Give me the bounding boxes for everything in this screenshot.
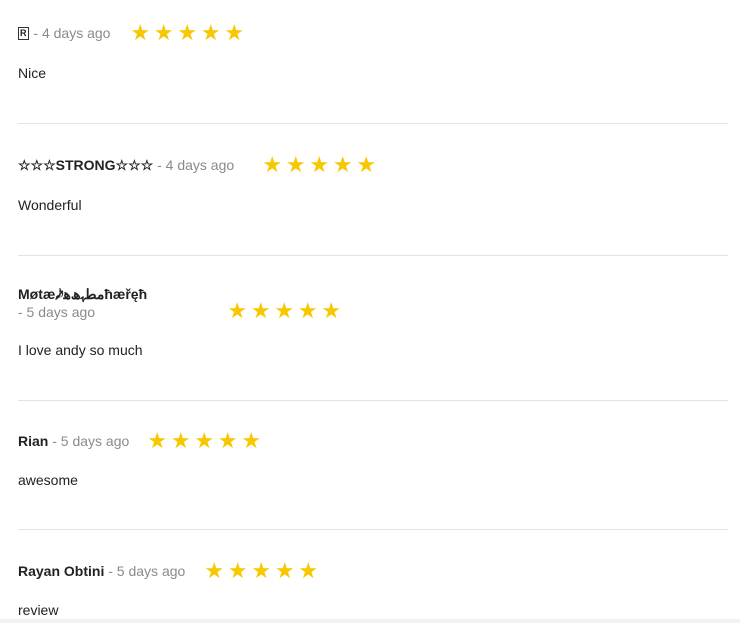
divider — [18, 123, 728, 124]
star-icon: ★ — [332, 152, 354, 177]
star-icon: ★ — [262, 152, 284, 177]
star-icon: ★ — [297, 298, 319, 323]
star-rating: ★ ★ ★ ★ ★ — [226, 300, 344, 322]
divider — [18, 255, 728, 256]
review-item: ☆☆☆STRONG☆☆☆ - 4 days ago ★ ★ ★ ★ ★ Wonderfu… — [18, 154, 728, 214]
star-icon: ★ — [153, 20, 175, 45]
star-icon: ★ — [200, 20, 222, 45]
star-icon: ★ — [251, 558, 273, 583]
review-item: R - 4 days ago ★ ★ ★ ★ ★ Nice — [18, 22, 728, 81]
star-icon: ★ — [250, 298, 272, 323]
review-item: Rian - 5 days ago ★ ★ ★ ★ ★ awesome — [18, 430, 728, 489]
star-icon: ★ — [170, 428, 192, 453]
star-icon: ★ — [147, 428, 169, 453]
star-icon: ★ — [227, 558, 249, 583]
star-icon: ★ — [227, 298, 249, 323]
review-body: I love andy so much — [18, 342, 143, 358]
star-icon: ★ — [224, 20, 246, 45]
bottom-edge — [0, 619, 740, 623]
star-icon: ★ — [356, 152, 378, 177]
review-author[interactable]: Møtæ𝆹𝅥𝅮ﻣﻄﮩﮪﻫ̷ħæřęħ — [18, 285, 728, 303]
review-author[interactable]: Rian — [18, 433, 48, 449]
star-icon: ★ — [194, 428, 216, 453]
star-icon: ★ — [321, 298, 343, 323]
review-body: Wonderful — [18, 197, 82, 213]
review-time: - 5 days ago — [48, 433, 130, 449]
review-body: awesome — [18, 472, 78, 488]
star-icon: ★ — [309, 152, 331, 177]
review-item: Rayan Obtini - 5 days ago ★ ★ ★ ★ ★ review — [18, 560, 728, 619]
review-body: review — [18, 602, 59, 618]
review-time: - 4 days ago — [29, 25, 111, 41]
star-icon: ★ — [274, 558, 296, 583]
review-author[interactable]: ☆☆☆STRONG☆☆☆ — [18, 157, 153, 173]
star-rating: ★ ★ ★ ★ ★ — [129, 22, 247, 44]
review-header: Rayan Obtini - 5 days ago ★ ★ ★ ★ ★ — [18, 560, 728, 590]
review-item: Møtæ𝆹𝅥𝅮ﻣﻄﮩﮪﻫ̷ħæřęħ - 5 days ago ★ ★ ★ ★ ★ I … — [18, 285, 728, 358]
review-header: Møtæ𝆹𝅥𝅮ﻣﻄﮩﮪﻫ̷ħæřęħ - 5 days ago ★ ★ ★ ★ ★ — [18, 285, 728, 325]
star-icon: ★ — [241, 428, 263, 453]
review-header: Rian - 5 days ago ★ ★ ★ ★ ★ — [18, 430, 728, 460]
star-icon: ★ — [130, 20, 152, 45]
divider — [18, 529, 728, 530]
star-icon: ★ — [274, 298, 296, 323]
star-rating: ★ ★ ★ ★ ★ — [203, 560, 321, 582]
review-time: - 5 days ago — [18, 304, 96, 320]
author-badge-icon: R — [18, 27, 29, 40]
review-body: Nice — [18, 65, 47, 81]
review-time: - 4 days ago — [153, 157, 235, 173]
star-icon: ★ — [285, 152, 307, 177]
review-header: R - 4 days ago ★ ★ ★ ★ ★ — [18, 22, 728, 52]
review-time: - 5 days ago — [104, 563, 186, 579]
star-rating: ★ ★ ★ ★ ★ — [146, 430, 264, 452]
review-author[interactable]: Rayan Obtini — [18, 563, 104, 579]
star-icon: ★ — [217, 428, 239, 453]
star-rating: ★ ★ ★ ★ ★ — [261, 154, 379, 176]
star-icon: ★ — [177, 20, 199, 45]
star-icon: ★ — [298, 558, 320, 583]
divider — [18, 400, 728, 401]
review-header: ☆☆☆STRONG☆☆☆ - 4 days ago ★ ★ ★ ★ ★ — [18, 154, 728, 184]
star-icon: ★ — [204, 558, 226, 583]
